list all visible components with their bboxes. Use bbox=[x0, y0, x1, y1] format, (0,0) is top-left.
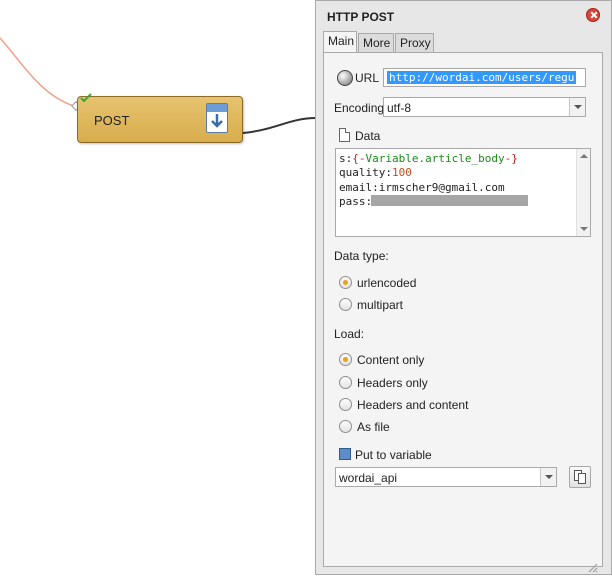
encoding-label: Encoding bbox=[334, 101, 385, 115]
headers-only-label[interactable]: Headers only bbox=[357, 376, 428, 390]
radio-content-only[interactable] bbox=[339, 353, 352, 366]
url-value: http://wordai.com/users/regu bbox=[387, 71, 577, 84]
chevron-down-icon[interactable] bbox=[540, 468, 556, 486]
url-input[interactable]: http://wordai.com/users/regu bbox=[383, 68, 586, 87]
outgoing-connection bbox=[242, 117, 317, 134]
resize-grip-icon[interactable] bbox=[586, 561, 598, 573]
check-icon bbox=[80, 93, 92, 103]
variable-icon bbox=[339, 448, 351, 460]
headers-and-content-label[interactable]: Headers and content bbox=[357, 398, 468, 412]
incoming-connection bbox=[0, 37, 75, 107]
main-tab-content: URL http://wordai.com/users/regu Encodin… bbox=[323, 52, 603, 567]
put-to-variable-label: Put to variable bbox=[355, 448, 432, 462]
encoding-value: utf-8 bbox=[387, 101, 412, 115]
radio-urlencoded[interactable] bbox=[339, 276, 352, 289]
http-post-panel: HTTP POST Main More Proxy URL http://wor… bbox=[315, 0, 612, 575]
load-label: Load: bbox=[334, 327, 365, 341]
as-file-label[interactable]: As file bbox=[357, 420, 390, 434]
content-only-label[interactable]: Content only bbox=[357, 353, 424, 367]
data-type-label: Data type: bbox=[334, 249, 389, 263]
scroll-up-icon[interactable] bbox=[580, 154, 588, 158]
radio-headers-and-content[interactable] bbox=[339, 398, 352, 411]
radio-headers-only[interactable] bbox=[339, 376, 352, 389]
node-label: POST bbox=[94, 113, 130, 128]
radio-multipart[interactable] bbox=[339, 298, 352, 311]
data-line-quality: quality:100 bbox=[339, 166, 412, 179]
tab-main[interactable]: Main bbox=[323, 31, 357, 53]
url-label: URL bbox=[355, 71, 380, 85]
tab-proxy[interactable]: Proxy bbox=[395, 33, 434, 52]
redacted-password bbox=[371, 195, 528, 206]
data-scrollbar[interactable] bbox=[576, 149, 590, 236]
data-textarea[interactable]: s:{-Variable.article_body-} quality:100 … bbox=[335, 148, 591, 237]
globe-icon bbox=[337, 70, 353, 86]
variable-value: wordai_api bbox=[339, 471, 398, 485]
document-icon bbox=[339, 128, 350, 142]
data-line-pass: pass: bbox=[339, 195, 373, 208]
data-label: Data bbox=[355, 129, 381, 143]
panel-title: HTTP POST bbox=[327, 10, 395, 24]
data-line-s: s:{-Variable.article_body-} bbox=[339, 152, 518, 165]
scroll-down-icon[interactable] bbox=[580, 227, 588, 231]
variable-select[interactable]: wordai_api bbox=[335, 467, 557, 487]
radio-as-file[interactable] bbox=[339, 420, 352, 433]
post-action-node[interactable]: POST bbox=[77, 93, 243, 143]
tab-more[interactable]: More bbox=[358, 33, 394, 52]
close-icon[interactable] bbox=[586, 8, 600, 22]
copy-icon[interactable] bbox=[569, 466, 591, 488]
chevron-down-icon[interactable] bbox=[569, 98, 585, 116]
encoding-select[interactable]: utf-8 bbox=[383, 97, 586, 117]
multipart-label[interactable]: multipart bbox=[357, 298, 403, 312]
download-icon bbox=[206, 103, 228, 133]
urlencoded-label[interactable]: urlencoded bbox=[357, 276, 416, 290]
data-line-email: email:irmscher9@gmail.com bbox=[339, 181, 505, 194]
